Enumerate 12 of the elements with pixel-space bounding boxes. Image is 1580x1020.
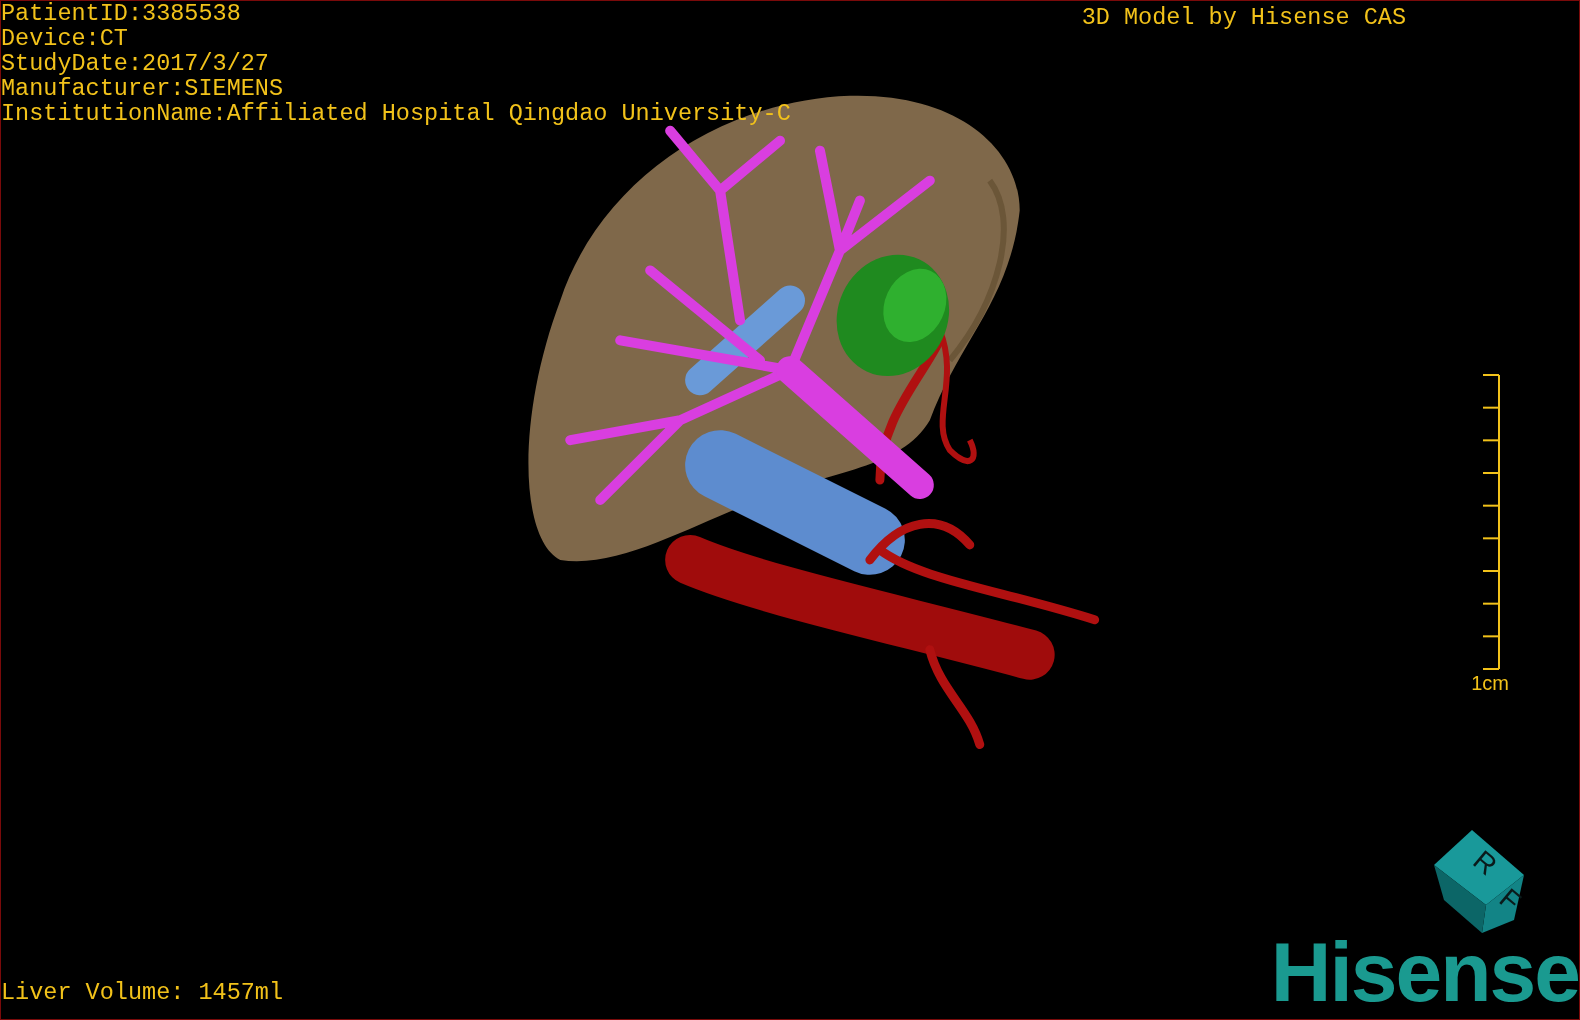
liver-volume-text: Liver Volume: 1457ml <box>1 980 284 1005</box>
patient-info-text: Device:CT <box>1 26 128 51</box>
scale-label: 1cm <box>1471 672 1509 694</box>
patient-info-text: StudyDate:2017/3/27 <box>1 51 269 76</box>
brand-logo: Hisense <box>1270 937 1579 1007</box>
patient-info-text: Manufacturer:SIEMENS <box>1 76 284 101</box>
viewer-title: 3D Model by Hisense CAS <box>1081 5 1406 30</box>
patient-info-text: InstitutionName:Affiliated Hospital Qingdao University-C <box>1 101 791 126</box>
orientation-cube[interactable] <box>1434 830 1524 933</box>
cube-face-label: F <box>1493 882 1527 918</box>
cube-face-label: R <box>1467 844 1503 882</box>
patient-info-text: PatientID:3385538 <box>1 1 241 26</box>
